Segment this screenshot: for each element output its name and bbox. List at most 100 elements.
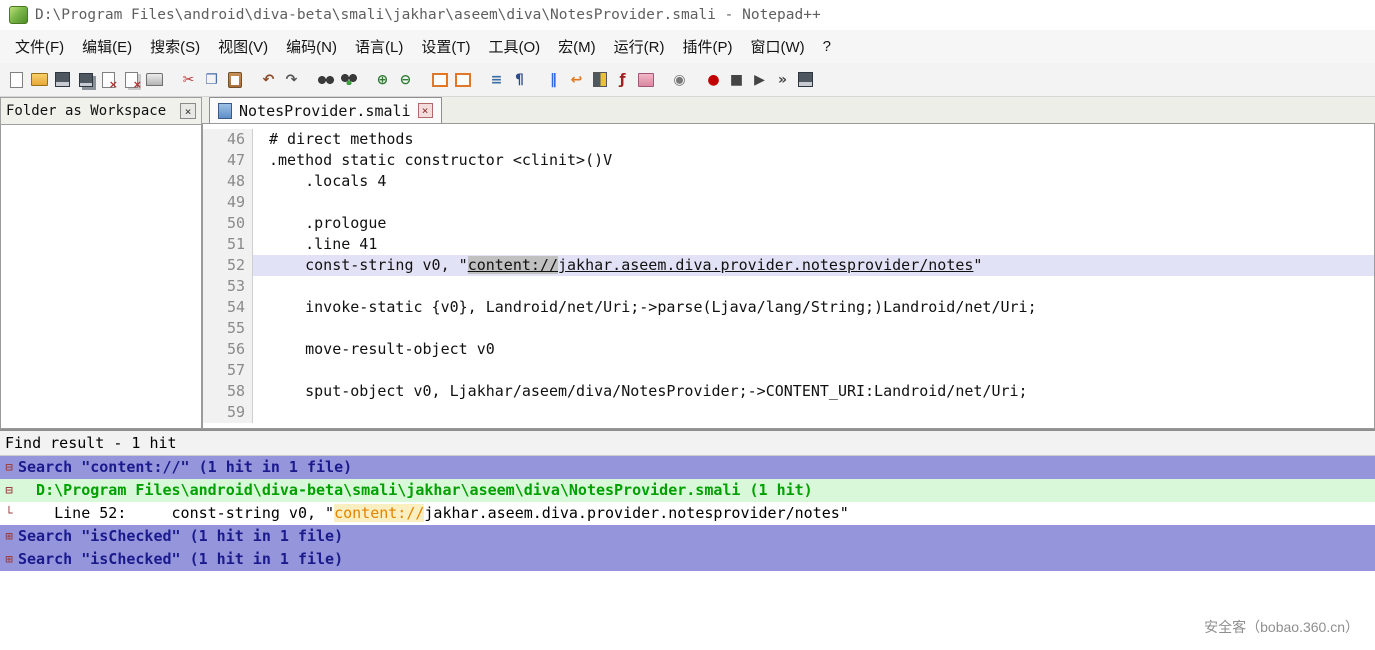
zoom-in-icon[interactable]: ⊕ — [372, 70, 393, 89]
line-number: 53 — [203, 276, 253, 297]
code-editor[interactable]: 46# direct methods47.method static const… — [202, 123, 1375, 429]
watermark: 安全客（bobao.360.cn） — [1204, 617, 1359, 637]
line-text — [253, 192, 1374, 213]
line-text: sput-object v0, Ljakhar/aseem/diva/Notes… — [253, 381, 1374, 402]
editor-line-46[interactable]: 46# direct methods — [203, 129, 1374, 150]
print-icon[interactable] — [144, 70, 165, 89]
workspace-panel: Folder as Workspace × — [0, 97, 202, 429]
find-result-text: Search "isChecked" (1 hit in 1 file) — [18, 525, 1375, 548]
menu-item-5[interactable]: 语言(L) — [346, 31, 412, 62]
find-replace-icon[interactable] — [338, 70, 359, 89]
menu-item-7[interactable]: 工具(O) — [479, 31, 549, 62]
window-title: D:\Program Files\android\diva-beta\smali… — [35, 7, 821, 23]
cut-icon[interactable]: ✂ — [178, 70, 199, 89]
find-result-row-search-3[interactable]: ⊞Search "isChecked" (1 hit in 1 file) — [0, 525, 1375, 548]
find-result-text: Search "content://" (1 hit in 1 file) — [18, 456, 1375, 479]
line-text — [253, 402, 1374, 423]
menu-item-10[interactable]: 插件(P) — [673, 31, 741, 62]
run-macro-multiple-icon[interactable]: » — [772, 70, 793, 89]
menu-item-12[interactable]: ? — [814, 33, 840, 60]
editor-line-58[interactable]: 58 sput-object v0, Ljakhar/aseem/diva/No… — [203, 381, 1374, 402]
workspace-panel-body[interactable] — [0, 125, 202, 429]
line-number: 52 — [203, 255, 253, 276]
editor-line-53[interactable]: 53 — [203, 276, 1374, 297]
menu-item-6[interactable]: 设置(T) — [412, 31, 479, 62]
folder-workspace-icon[interactable] — [635, 70, 656, 89]
tab-notesprovider-smali[interactable]: NotesProvider.smali × — [209, 97, 442, 123]
menu-item-9[interactable]: 运行(R) — [605, 31, 674, 62]
menu-item-4[interactable]: 编码(N) — [277, 31, 346, 62]
save-all-icon[interactable] — [75, 70, 96, 89]
window-split-icon[interactable] — [429, 70, 450, 89]
menu-item-1[interactable]: 编辑(E) — [73, 31, 141, 62]
stop-macro-icon[interactable]: ■ — [726, 70, 747, 89]
line-number: 58 — [203, 381, 253, 402]
editor-line-49[interactable]: 49 — [203, 192, 1374, 213]
menu-item-2[interactable]: 搜索(S) — [141, 31, 209, 62]
collapse-icon[interactable]: ⊟ — [0, 479, 18, 502]
collapse-icon[interactable]: ⊟ — [0, 456, 18, 479]
copy-icon[interactable]: ❐ — [201, 70, 222, 89]
find-result-row-search-0[interactable]: ⊟Search "content://" (1 hit in 1 file) — [0, 456, 1375, 479]
expand-icon[interactable]: ⊞ — [0, 548, 18, 571]
editor-line-57[interactable]: 57 — [203, 360, 1374, 381]
line-number: 54 — [203, 297, 253, 318]
close-all-docs-icon[interactable] — [121, 70, 142, 89]
menu-item-3[interactable]: 视图(V) — [209, 31, 277, 62]
save-macro-icon[interactable] — [795, 70, 816, 89]
workspace-close-icon[interactable]: × — [180, 103, 196, 119]
record-macro-icon[interactable]: ● — [703, 70, 724, 89]
find-result-row-search-4[interactable]: ⊞Search "isChecked" (1 hit in 1 file) — [0, 548, 1375, 571]
editor-line-55[interactable]: 55 — [203, 318, 1374, 339]
redo-icon[interactable]: ↷ — [281, 70, 302, 89]
menu-item-8[interactable]: 宏(M) — [549, 31, 605, 62]
editor-line-59[interactable]: 59 — [203, 402, 1374, 423]
find-result-text: Search "isChecked" (1 hit in 1 file) — [18, 548, 1375, 571]
tab-close-icon[interactable]: × — [418, 103, 433, 118]
menu-item-0[interactable]: 文件(F) — [6, 31, 73, 62]
menubar: 文件(F)编辑(E)搜索(S)视图(V)编码(N)语言(L)设置(T)工具(O)… — [0, 30, 1375, 63]
editor-line-51[interactable]: 51 .line 41 — [203, 234, 1374, 255]
window-clone-icon[interactable] — [452, 70, 473, 89]
undo-icon[interactable]: ↶ — [258, 70, 279, 89]
save-icon[interactable] — [52, 70, 73, 89]
line-text — [253, 360, 1374, 381]
editor-line-54[interactable]: 54 invoke-static {v0}, Landroid/net/Uri;… — [203, 297, 1374, 318]
tab-bar: NotesProvider.smali × — [202, 97, 1375, 123]
expand-icon[interactable]: ⊞ — [0, 525, 18, 548]
show-all-chars-icon[interactable]: ¶ — [509, 70, 530, 89]
main-area: Folder as Workspace × NotesProvider.smal… — [0, 97, 1375, 429]
paste-icon[interactable] — [224, 70, 245, 89]
tab-label: NotesProvider.smali — [239, 102, 411, 120]
editor-line-56[interactable]: 56 move-result-object v0 — [203, 339, 1374, 360]
new-file-icon[interactable] — [6, 70, 27, 89]
editor-line-50[interactable]: 50 .prologue — [203, 213, 1374, 234]
find-result-text: D:\Program Files\android\diva-beta\smali… — [18, 479, 1375, 502]
line-text: const-string v0, "content://jakhar.aseem… — [253, 255, 1374, 276]
word-wrap-icon[interactable]: ↩ — [566, 70, 587, 89]
titlebar: D:\Program Files\android\diva-beta\smali… — [0, 0, 1375, 30]
close-doc-icon[interactable] — [98, 70, 119, 89]
find-icon[interactable] — [315, 70, 336, 89]
line-number: 50 — [203, 213, 253, 234]
line-text: .prologue — [253, 213, 1374, 234]
sort-lines-icon[interactable]: ≡ — [486, 70, 507, 89]
play-macro-icon[interactable]: ▶ — [749, 70, 770, 89]
line-number: 46 — [203, 129, 253, 150]
doc-map-icon[interactable] — [589, 70, 610, 89]
zoom-out-icon[interactable]: ⊖ — [395, 70, 416, 89]
editor-line-52[interactable]: 52 const-string v0, "content://jakhar.as… — [203, 255, 1374, 276]
find-result-row-file-1[interactable]: ⊟ D:\Program Files\android\diva-beta\sma… — [0, 479, 1375, 502]
find-result-text: Line 52: const-string v0, "content://jak… — [18, 502, 1375, 525]
line-text: .line 41 — [253, 234, 1374, 255]
editor-line-48[interactable]: 48 .locals 4 — [203, 171, 1374, 192]
line-text: move-result-object v0 — [253, 339, 1374, 360]
doc-monitor-icon[interactable]: ◉ — [669, 70, 690, 89]
indent-guide-icon[interactable]: ‖ — [543, 70, 564, 89]
open-folder-icon[interactable] — [29, 70, 50, 89]
line-text: .method static constructor <clinit>()V — [253, 150, 1374, 171]
menu-item-11[interactable]: 窗口(W) — [741, 31, 813, 62]
find-result-row-line-2[interactable]: └ Line 52: const-string v0, "content://j… — [0, 502, 1375, 525]
editor-line-47[interactable]: 47.method static constructor <clinit>()V — [203, 150, 1374, 171]
function-list-icon[interactable]: ƒ — [612, 70, 633, 89]
